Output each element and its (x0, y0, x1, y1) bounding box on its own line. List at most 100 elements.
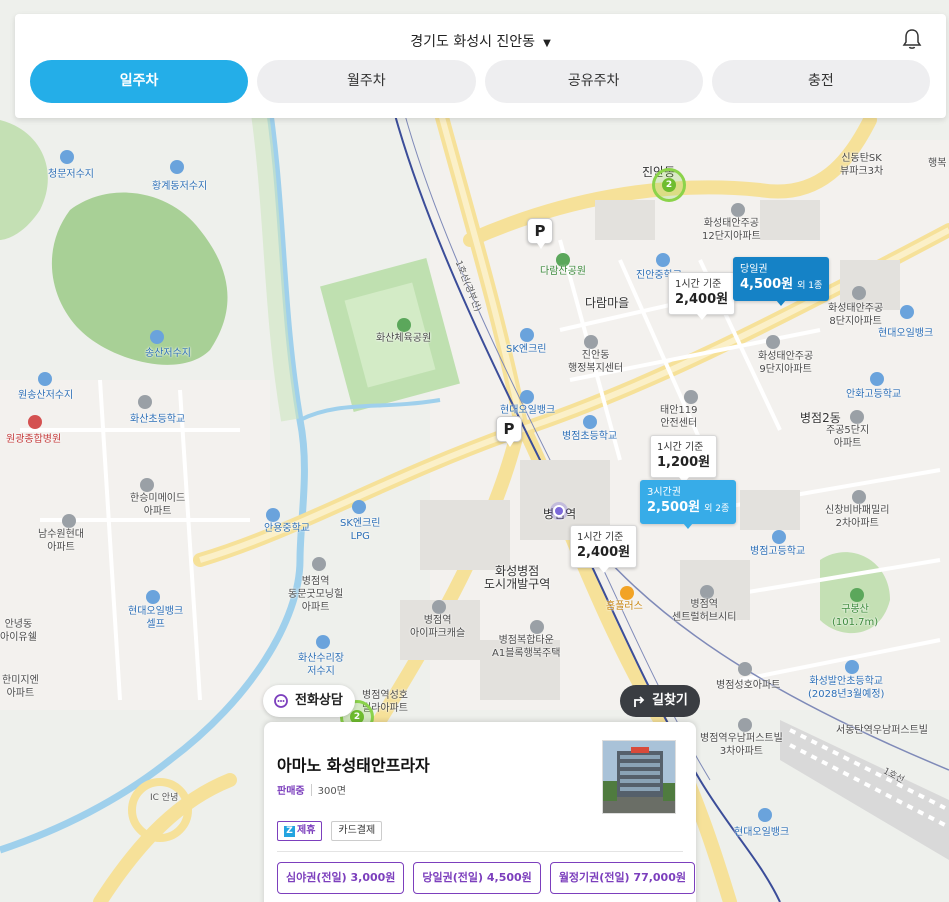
ticket-price-monthly[interactable]: 월정기권(전일) 77,000원 (549, 862, 695, 894)
tag-label: 제휴 (297, 825, 316, 836)
parking-price-tag-selected[interactable]: 당일권 4,500원 외 1종 (733, 257, 830, 306)
ticket-price-daily[interactable]: 당일권(전일) 4,500원 (413, 862, 541, 894)
parking-info-card[interactable]: 아마노 화성태안프라자 판매중 300면 Z 제휴 카드결제 심야권(전일) 3… (264, 722, 696, 902)
top-filter-panel: 경기도 화성시 진안동 ▼ 일주차 월주차 공유주차 충전 (15, 14, 946, 118)
map-label: 병점성호아파트 (716, 680, 781, 691)
tab-monthly[interactable]: 월주차 (257, 60, 476, 103)
apartment-icon (731, 203, 745, 217)
cluster-count: 2 (662, 178, 676, 192)
map-label: 병점복합타운 A1블록행복주택 (492, 635, 561, 659)
school-icon (266, 508, 280, 522)
map-label: 송산저수지 (145, 348, 191, 359)
call-consult-button[interactable]: 전화상담 (263, 685, 355, 717)
map-label: 병점고등학교 (750, 546, 806, 557)
map-label: 황계동저수지 (152, 181, 208, 192)
status-row: 판매중 300면 (277, 782, 346, 797)
map-label: 화성태안주공 12단지아파트 (702, 218, 761, 242)
parking-lot-photo[interactable] (602, 740, 676, 814)
station-location-marker (553, 505, 565, 517)
gas-station-icon (520, 328, 534, 342)
map-label: 현대오일뱅크 (734, 827, 790, 838)
gas-station-icon (520, 390, 534, 404)
price-tag-label: 당일권 (740, 264, 768, 275)
directions-button[interactable]: 길찾기 (620, 685, 700, 717)
parking-marker[interactable]: P (496, 416, 522, 447)
tag-card-payment: 카드결제 (331, 821, 383, 841)
feature-tags: Z 제휴 카드결제 (277, 821, 383, 841)
map-label: 화성태안주공 9단지아파트 (758, 351, 814, 375)
apartment-icon (850, 410, 864, 424)
card-divider (277, 851, 683, 852)
parking-price-tag[interactable]: 1시간 기준 2,400원 (570, 525, 638, 573)
tab-daily[interactable]: 일주차 (30, 60, 249, 103)
map-label: 다람산공원 (540, 266, 586, 277)
location-selector[interactable]: 경기도 화성시 진안동 ▼ (15, 31, 946, 51)
map-label: 한승미메이드 아파트 (130, 493, 186, 517)
map-label: 신동탄SK 뷰파크3차 (840, 153, 884, 177)
lake-icon (316, 635, 330, 649)
apartment-icon (766, 335, 780, 349)
fire-station-icon (684, 390, 698, 404)
map-label: SK엔크린 LPG (340, 518, 381, 542)
price-tag-label: 1시간 기준 (657, 442, 704, 453)
parking-price-tag[interactable]: 1시간 기준 2,400원 (668, 272, 736, 320)
price-tag-price: 4,500원 (740, 277, 794, 292)
parking-marker[interactable]: P (527, 218, 553, 249)
map-label: 병점역 동문굿모닝힐 아파트 (288, 576, 344, 613)
map-label: 병점역 센트럴허브시티 (672, 599, 737, 623)
map-label: 진안동 행정복지센터 (568, 350, 624, 374)
apartment-icon (140, 478, 154, 492)
tab-charging[interactable]: 충전 (711, 60, 930, 103)
map-label: 안용중학교 (264, 523, 310, 534)
map-label: 병점역 아이파크캐슬 (410, 615, 466, 639)
map-label: 구봉산 (101.7m) (832, 604, 879, 628)
map-label: SK엔크린 (506, 344, 547, 355)
location-text: 경기도 화성시 진안동 (410, 34, 536, 50)
school-icon (845, 660, 859, 674)
parking-price-tag-highlight[interactable]: 3시간권 2,500원 외 2종 (640, 480, 737, 529)
directions-label: 길찾기 (652, 693, 688, 708)
map-label: 현대오일뱅크 셀프 (128, 606, 184, 630)
hospital-icon (28, 415, 42, 429)
apartment-icon (738, 718, 752, 732)
turn-right-icon (634, 696, 645, 707)
shopping-icon (620, 586, 634, 600)
bell-icon[interactable] (902, 28, 922, 50)
apartment-icon (738, 662, 752, 676)
apartment-icon (432, 600, 446, 614)
map-label: 주공5단지 아파트 (826, 425, 870, 449)
map-label: 한미지엔 아파트 (2, 675, 39, 699)
mountain-icon (850, 588, 864, 602)
price-tag-extra: 외 2종 (704, 504, 730, 514)
gas-station-icon (146, 590, 160, 604)
park-icon (397, 318, 411, 332)
parking-price-tag[interactable]: 1시간 기준 1,200원 (650, 435, 718, 483)
lake-icon (150, 330, 164, 344)
map-label: 원송산저수지 (18, 390, 74, 401)
price-tag-price: 2,500원 (647, 500, 701, 515)
school-icon (138, 395, 152, 409)
apartment-icon (312, 557, 326, 571)
map-label: 신창비바패밀리 2차아파트 (825, 505, 890, 529)
price-tag-extra: 외 1종 (797, 281, 823, 291)
map-label: 태안119 안전센터 (660, 405, 698, 429)
map-label: 화성태안주공 8단지아파트 (828, 303, 884, 327)
status-badge: 판매중 (277, 786, 305, 797)
map-label: 화산수리장 저수지 (298, 653, 344, 677)
price-tag-price: 2,400원 (675, 292, 729, 307)
caret-down-icon: ▼ (543, 38, 551, 49)
parking-cluster-marker[interactable]: 2 (652, 168, 686, 202)
tab-shared[interactable]: 공유주차 (484, 60, 703, 103)
map-label: 홈플러스 (606, 601, 643, 612)
map-label: 청문저수지 (48, 169, 94, 180)
lake-icon (60, 150, 74, 164)
map-label: 화산체육공원 (376, 333, 432, 344)
lake-icon (38, 372, 52, 386)
map-label: 병점초등학교 (562, 431, 618, 442)
map-label: 서동탄역우남퍼스트빌 (836, 725, 928, 736)
map-label: 화성병점 도시개발구역 (484, 564, 551, 591)
price-tag-label: 3시간권 (647, 487, 681, 498)
gas-station-icon (758, 808, 772, 822)
ticket-price-night[interactable]: 심야권(전일) 3,000원 (277, 862, 405, 894)
map-label: 다람마을 (585, 296, 630, 310)
